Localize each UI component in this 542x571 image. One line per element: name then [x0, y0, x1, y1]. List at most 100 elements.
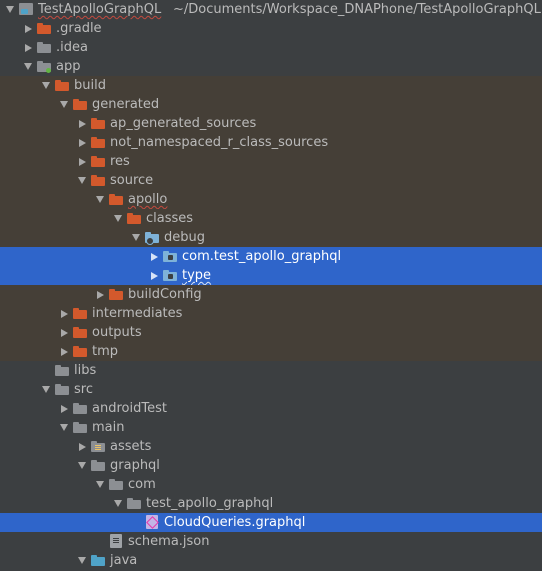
- chevron-down-icon[interactable]: [4, 0, 16, 19]
- source-folder-blue-icon: [91, 554, 105, 567]
- json-file-icon: [110, 534, 122, 548]
- folder-gray-icon: [73, 402, 87, 415]
- folder-orange-icon: [73, 326, 87, 339]
- chevron-right-icon[interactable]: [76, 437, 88, 456]
- tree-item-label: type: [182, 268, 212, 283]
- chevron-right-icon[interactable]: [22, 38, 34, 57]
- chevron-down-icon[interactable]: [94, 475, 106, 494]
- chevron-right-icon[interactable]: [76, 133, 88, 152]
- folder-orange-icon: [73, 307, 87, 320]
- resources-folder-icon: [91, 440, 105, 453]
- chevron-down-icon[interactable]: [76, 171, 88, 190]
- tree-item-label: outputs: [92, 325, 142, 340]
- tree-row[interactable]: com: [0, 475, 542, 494]
- tree-item-label: res: [110, 154, 130, 169]
- tree-item-label: .gradle: [56, 21, 102, 36]
- chevron-down-icon[interactable]: [40, 76, 52, 95]
- tree-row[interactable]: .idea: [0, 38, 542, 57]
- chevron-down-icon[interactable]: [58, 95, 70, 114]
- folder-gray-icon: [91, 459, 105, 472]
- tree-row[interactable]: .gradle: [0, 19, 542, 38]
- tree-row[interactable]: app: [0, 57, 542, 76]
- tree-item-label: .idea: [56, 40, 88, 55]
- tree-item-label: test_apollo_graphql: [146, 496, 274, 511]
- tree-row[interactable]: intermediates: [0, 304, 542, 323]
- tree-row[interactable]: tmp: [0, 342, 542, 361]
- tree-item-label: tmp: [92, 344, 119, 359]
- tree-row[interactable]: classes: [0, 209, 542, 228]
- tree-row[interactable]: source: [0, 171, 542, 190]
- tree-row[interactable]: buildConfig: [0, 285, 542, 304]
- tree-row[interactable]: build: [0, 76, 542, 95]
- tree-row[interactable]: type: [0, 266, 542, 285]
- chevron-down-icon[interactable]: [112, 209, 124, 228]
- chevron-down-icon[interactable]: [22, 57, 34, 76]
- tree-item-label: buildConfig: [128, 287, 202, 302]
- chevron-right-icon[interactable]: [22, 19, 34, 38]
- chevron-right-icon[interactable]: [58, 323, 70, 342]
- tree-item-label: source: [110, 173, 154, 188]
- tree-row[interactable]: libs: [0, 361, 542, 380]
- graphql-file-icon: [146, 515, 158, 529]
- chevron-down-icon[interactable]: [58, 418, 70, 437]
- tree-item-label: app: [56, 59, 81, 74]
- tree-item-label: ap_generated_sources: [110, 116, 257, 131]
- project-tree[interactable]: TestApolloGraphQL ~/Documents/Workspace_D…: [0, 0, 542, 571]
- chevron-right-icon[interactable]: [58, 304, 70, 323]
- tree-item-label: intermediates: [92, 306, 183, 321]
- folder-gray-icon: [55, 383, 69, 396]
- tree-item-label: CloudQueries.graphql: [164, 515, 306, 530]
- chevron-right-icon[interactable]: [58, 399, 70, 418]
- chevron-down-icon[interactable]: [130, 228, 142, 247]
- project-icon: [19, 3, 33, 15]
- tree-row[interactable]: outputs: [0, 323, 542, 342]
- tree-row[interactable]: res: [0, 152, 542, 171]
- tree-item-label: src: [74, 382, 93, 397]
- chevron-right-icon[interactable]: [58, 342, 70, 361]
- tree-item-label: classes: [146, 211, 194, 226]
- folder-orange-icon: [109, 193, 123, 206]
- tree-row[interactable]: androidTest: [0, 399, 542, 418]
- tree-row[interactable]: not_namespaced_r_class_sources: [0, 133, 542, 152]
- tree-item-label: generated: [92, 97, 160, 112]
- tree-row[interactable]: com.test_apollo_graphql: [0, 247, 542, 266]
- chevron-right-icon[interactable]: [76, 152, 88, 171]
- folder-gray-icon: [55, 364, 69, 377]
- tree-item-label: com.test_apollo_graphql: [182, 249, 342, 264]
- tree-row[interactable]: schema.json: [0, 532, 542, 551]
- chevron-down-icon[interactable]: [76, 551, 88, 570]
- tree-row[interactable]: apollo: [0, 190, 542, 209]
- tree-row[interactable]: assets: [0, 437, 542, 456]
- folder-orange-icon: [109, 288, 123, 301]
- chevron-right-icon[interactable]: [148, 266, 160, 285]
- chevron-down-icon[interactable]: [112, 494, 124, 513]
- folder-gray-icon: [127, 497, 141, 510]
- chevron-right-icon[interactable]: [148, 247, 160, 266]
- tree-row[interactable]: debug: [0, 228, 542, 247]
- package-folder-icon: [163, 269, 177, 282]
- tree-row[interactable]: java: [0, 551, 542, 570]
- tree-item-label: com: [128, 477, 156, 492]
- tree-row[interactable]: main: [0, 418, 542, 437]
- folder-orange-icon: [73, 345, 87, 358]
- tree-row[interactable]: test_apollo_graphql: [0, 494, 542, 513]
- chevron-right-icon[interactable]: [76, 114, 88, 133]
- module-folder-icon: [37, 60, 51, 73]
- folder-gray-icon: [73, 421, 87, 434]
- tree-row[interactable]: graphql: [0, 456, 542, 475]
- source-root-folder-icon: [145, 231, 159, 245]
- tree-item-label: not_namespaced_r_class_sources: [110, 135, 329, 150]
- tree-row[interactable]: generated: [0, 95, 542, 114]
- tree-row[interactable]: CloudQueries.graphql: [0, 513, 542, 532]
- folder-gray-icon: [109, 478, 123, 491]
- tree-row[interactable]: ap_generated_sources: [0, 114, 542, 133]
- tree-item-label: androidTest: [92, 401, 167, 416]
- chevron-down-icon[interactable]: [94, 190, 106, 209]
- chevron-right-icon[interactable]: [94, 285, 106, 304]
- tree-row[interactable]: src: [0, 380, 542, 399]
- chevron-down-icon[interactable]: [76, 456, 88, 475]
- chevron-down-icon[interactable]: [40, 380, 52, 399]
- tree-item-label: java: [110, 553, 138, 568]
- tree-row[interactable]: TestApolloGraphQL ~/Documents/Workspace_D…: [0, 0, 542, 19]
- package-folder-icon: [163, 250, 177, 263]
